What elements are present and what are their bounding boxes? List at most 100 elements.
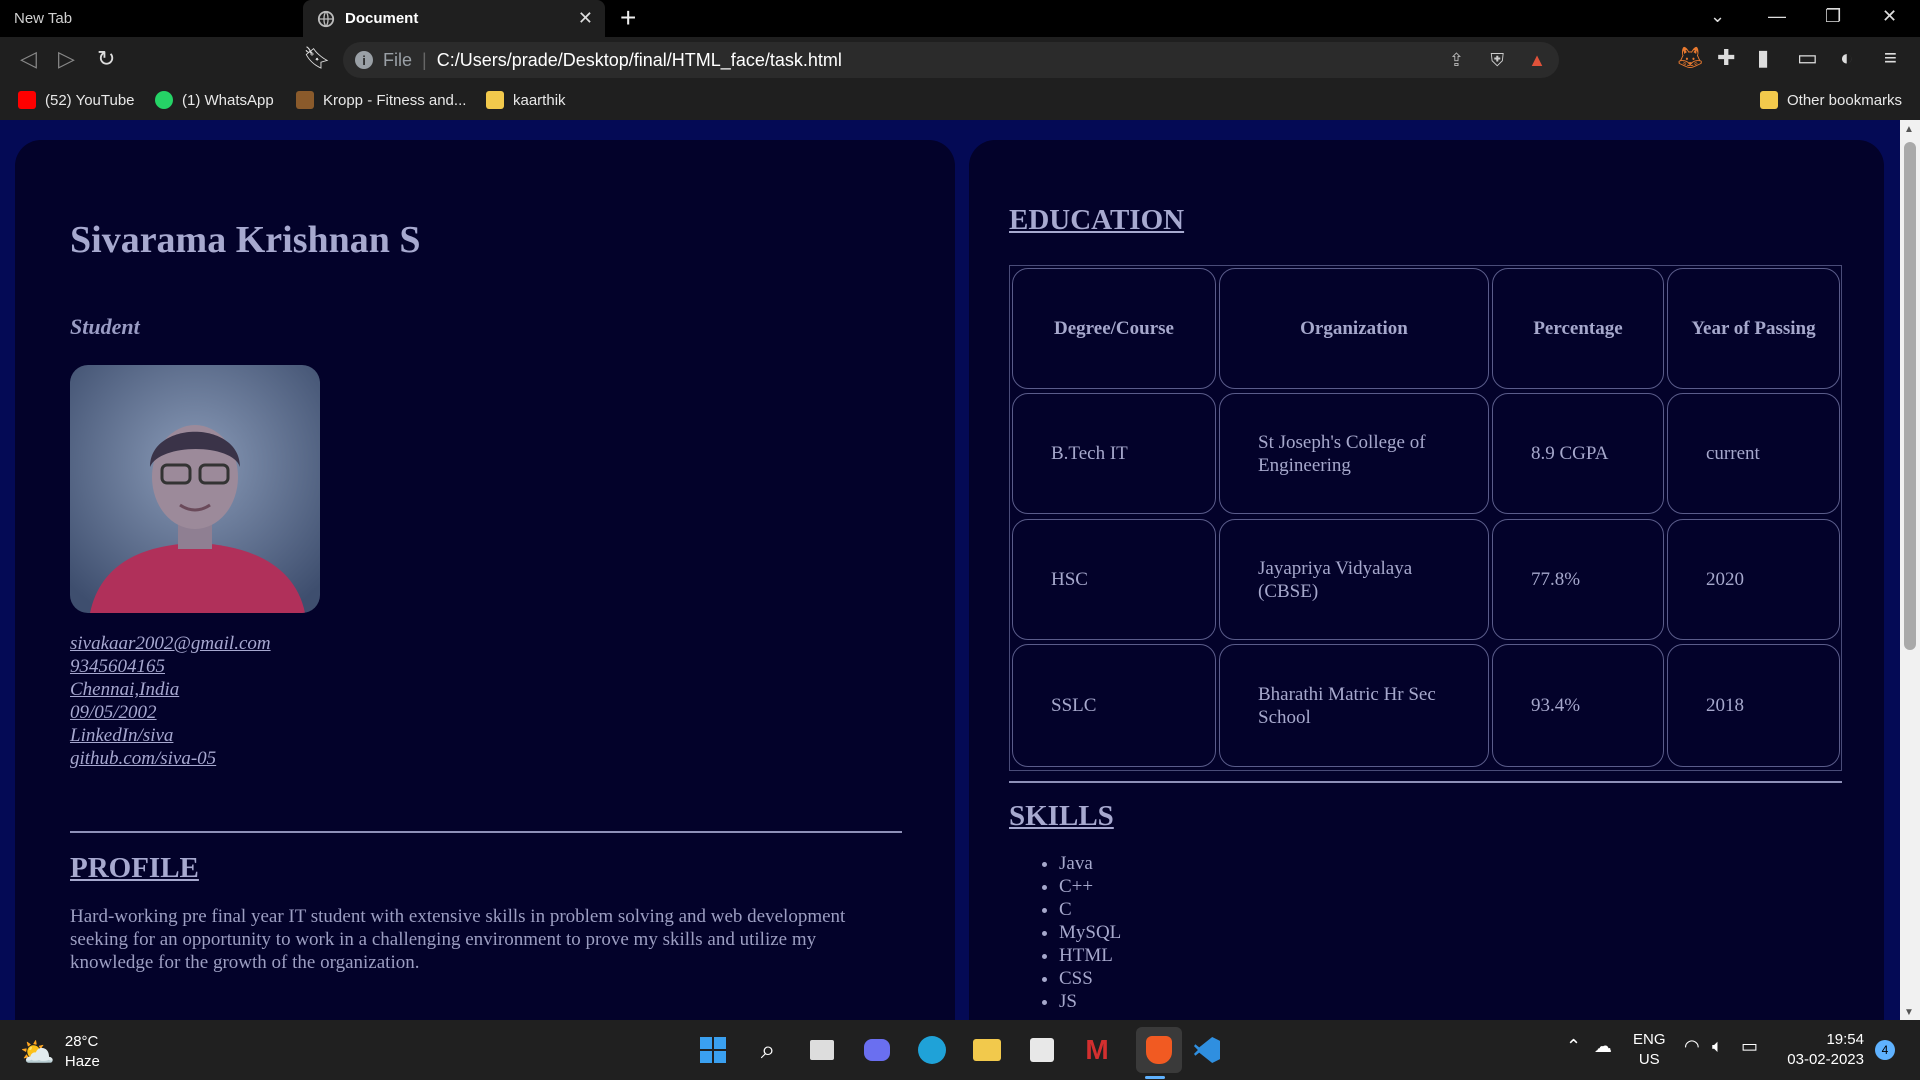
language-indicator[interactable]: ENG US (1633, 1030, 1666, 1070)
lang-code: ENG (1633, 1031, 1666, 1048)
info-icon[interactable]: i (355, 51, 373, 69)
table-cell: Jayapriya Vidyalaya (CBSE) (1219, 519, 1489, 640)
scroll-thumb[interactable] (1904, 142, 1916, 650)
dob-link[interactable]: 09/05/2002 (70, 701, 271, 724)
extensions-icon[interactable]: ✚ (1717, 45, 1735, 71)
restore-button[interactable]: ❐ (1825, 6, 1841, 27)
chat-icon[interactable] (861, 1034, 893, 1066)
share-icon[interactable]: ⇪ (1449, 50, 1464, 71)
table-cell: 2020 (1667, 519, 1840, 640)
weather-temp: 28°C (64, 1033, 99, 1050)
page-viewport: Sivarama Krishnan S Student sivakaar2002… (0, 120, 1900, 1020)
bookmark-whatsapp[interactable]: (1) WhatsApp (155, 91, 274, 109)
divider (70, 831, 902, 833)
minimize-button[interactable]: — (1768, 6, 1786, 27)
brave-rewards-icon[interactable]: ▲ (1528, 50, 1546, 71)
bookmark-label: kaarthik (513, 91, 566, 109)
weather-widget[interactable]: ⛅ 28°C Haze (20, 1032, 100, 1072)
mcafee-icon[interactable]: M (1081, 1034, 1113, 1066)
edge-icon[interactable] (916, 1034, 948, 1066)
address-bar[interactable]: i File | C:/Users/prade/Desktop/final/HT… (343, 42, 1559, 78)
tab-label: New Tab (14, 10, 73, 27)
divider (1009, 781, 1842, 783)
table-cell: current (1667, 393, 1840, 514)
search-icon[interactable]: ⌕ (752, 1034, 784, 1066)
close-tab-icon[interactable]: ✕ (578, 8, 593, 29)
tab-label: Document (345, 10, 419, 27)
table-header: Organization (1219, 268, 1489, 389)
skill-item: C++ (1059, 875, 1121, 898)
address-separator: | (422, 49, 427, 70)
chevron-up-icon[interactable]: ⌃ (1566, 1036, 1581, 1057)
reload-button[interactable]: ↻ (97, 46, 115, 72)
education-heading: EDUCATION (1009, 204, 1185, 236)
bookmarks-bar: (52) YouTube (1) WhatsApp Kropp - Fitnes… (0, 83, 1920, 120)
volume-icon[interactable]: 🔈︎ (1712, 1036, 1723, 1057)
other-bookmarks[interactable]: Other bookmarks (1760, 91, 1902, 109)
onedrive-icon[interactable]: ☁ (1594, 1036, 1612, 1057)
table-cell: St Joseph's College of Engineering (1219, 393, 1489, 514)
linkedin-link[interactable]: LinkedIn/siva (70, 724, 271, 747)
kropp-icon (296, 91, 314, 109)
bookmark-icon[interactable]: 🔖︎ (303, 45, 331, 71)
wifi-icon[interactable]: ◠ (1684, 1036, 1700, 1057)
details-card: EDUCATION Degree/Course Organization Per… (969, 140, 1884, 1020)
clock-time: 19:54 (1826, 1031, 1864, 1048)
forward-button[interactable]: ▷ (58, 46, 75, 72)
bookmark-label: (1) WhatsApp (182, 91, 274, 109)
tab-new-tab[interactable]: New Tab (0, 0, 303, 37)
skill-item: C (1059, 898, 1121, 921)
table-cell: HSC (1012, 519, 1216, 640)
scroll-up-arrow-icon[interactable]: ▲ (1904, 124, 1914, 135)
skills-heading: SKILLS (1009, 800, 1114, 832)
bookmark-kaarthik[interactable]: kaarthik (486, 91, 566, 109)
brave-browser-icon[interactable] (1136, 1027, 1182, 1073)
battery-icon[interactable]: ▭ (1741, 1036, 1758, 1057)
bookmark-kropp[interactable]: Kropp - Fitness and... (296, 91, 466, 109)
bookmark-label: Kropp - Fitness and... (323, 91, 467, 109)
brave-shields-icon[interactable]: ⛨ (1491, 50, 1505, 71)
tab-search-chevron-icon[interactable]: ⌄ (1710, 6, 1725, 27)
file-explorer-icon[interactable] (971, 1034, 1003, 1066)
skill-item: CSS (1059, 967, 1121, 990)
close-window-button[interactable]: ✕ (1882, 6, 1897, 27)
youtube-icon (18, 91, 36, 109)
clock[interactable]: 19:54 03-02-2023 (1784, 1030, 1864, 1070)
skill-item: MySQL (1059, 921, 1121, 944)
lang-region: US (1638, 1051, 1660, 1068)
profile-icon[interactable]: ◐ (1840, 45, 1853, 71)
page-scrollbar[interactable]: ▲ ▼ (1900, 120, 1920, 1020)
back-button[interactable]: ◁ (20, 46, 37, 72)
scroll-down-arrow-icon[interactable]: ▼ (1904, 1007, 1914, 1018)
notification-badge[interactable]: 4 (1875, 1040, 1895, 1060)
store-icon[interactable] (1026, 1034, 1058, 1066)
bookmark-youtube[interactable]: (52) YouTube (18, 91, 135, 109)
profile-photo (70, 365, 320, 613)
new-tab-button[interactable]: + (620, 2, 636, 34)
table-cell: SSLC (1012, 644, 1216, 767)
task-view-icon[interactable] (806, 1034, 838, 1066)
phone-link[interactable]: 9345604165 (70, 655, 271, 678)
table-header: Year of Passing (1667, 268, 1840, 389)
vscode-icon[interactable] (1191, 1034, 1223, 1066)
metamask-icon[interactable]: 🦊︎ (1676, 45, 1704, 71)
menu-icon[interactable]: ≡ (1884, 45, 1897, 71)
skill-item: Java (1059, 852, 1121, 875)
address-scheme: File (383, 49, 413, 70)
profile-name: Sivarama Krishnan S (70, 219, 421, 261)
profile-heading: PROFILE (70, 852, 199, 884)
skill-item: JS (1059, 990, 1121, 1013)
sidebar-icon[interactable]: ▮ (1757, 45, 1769, 71)
github-link[interactable]: github.com/siva-05 (70, 747, 271, 770)
clock-date: 03-02-2023 (1787, 1051, 1864, 1068)
table-cell: 93.4% (1492, 644, 1664, 767)
table-cell: 2018 (1667, 644, 1840, 767)
start-button[interactable] (697, 1034, 729, 1066)
location-link[interactable]: Chennai,India (70, 678, 271, 701)
table-cell: 8.9 CGPA (1492, 393, 1664, 514)
tab-document[interactable]: Document ✕ (303, 0, 605, 37)
profile-role: Student (70, 314, 140, 339)
bookmark-label: Other bookmarks (1787, 91, 1903, 109)
email-link[interactable]: sivakaar2002@gmail.com (70, 632, 271, 655)
wallet-icon[interactable]: ▭ (1797, 45, 1818, 71)
